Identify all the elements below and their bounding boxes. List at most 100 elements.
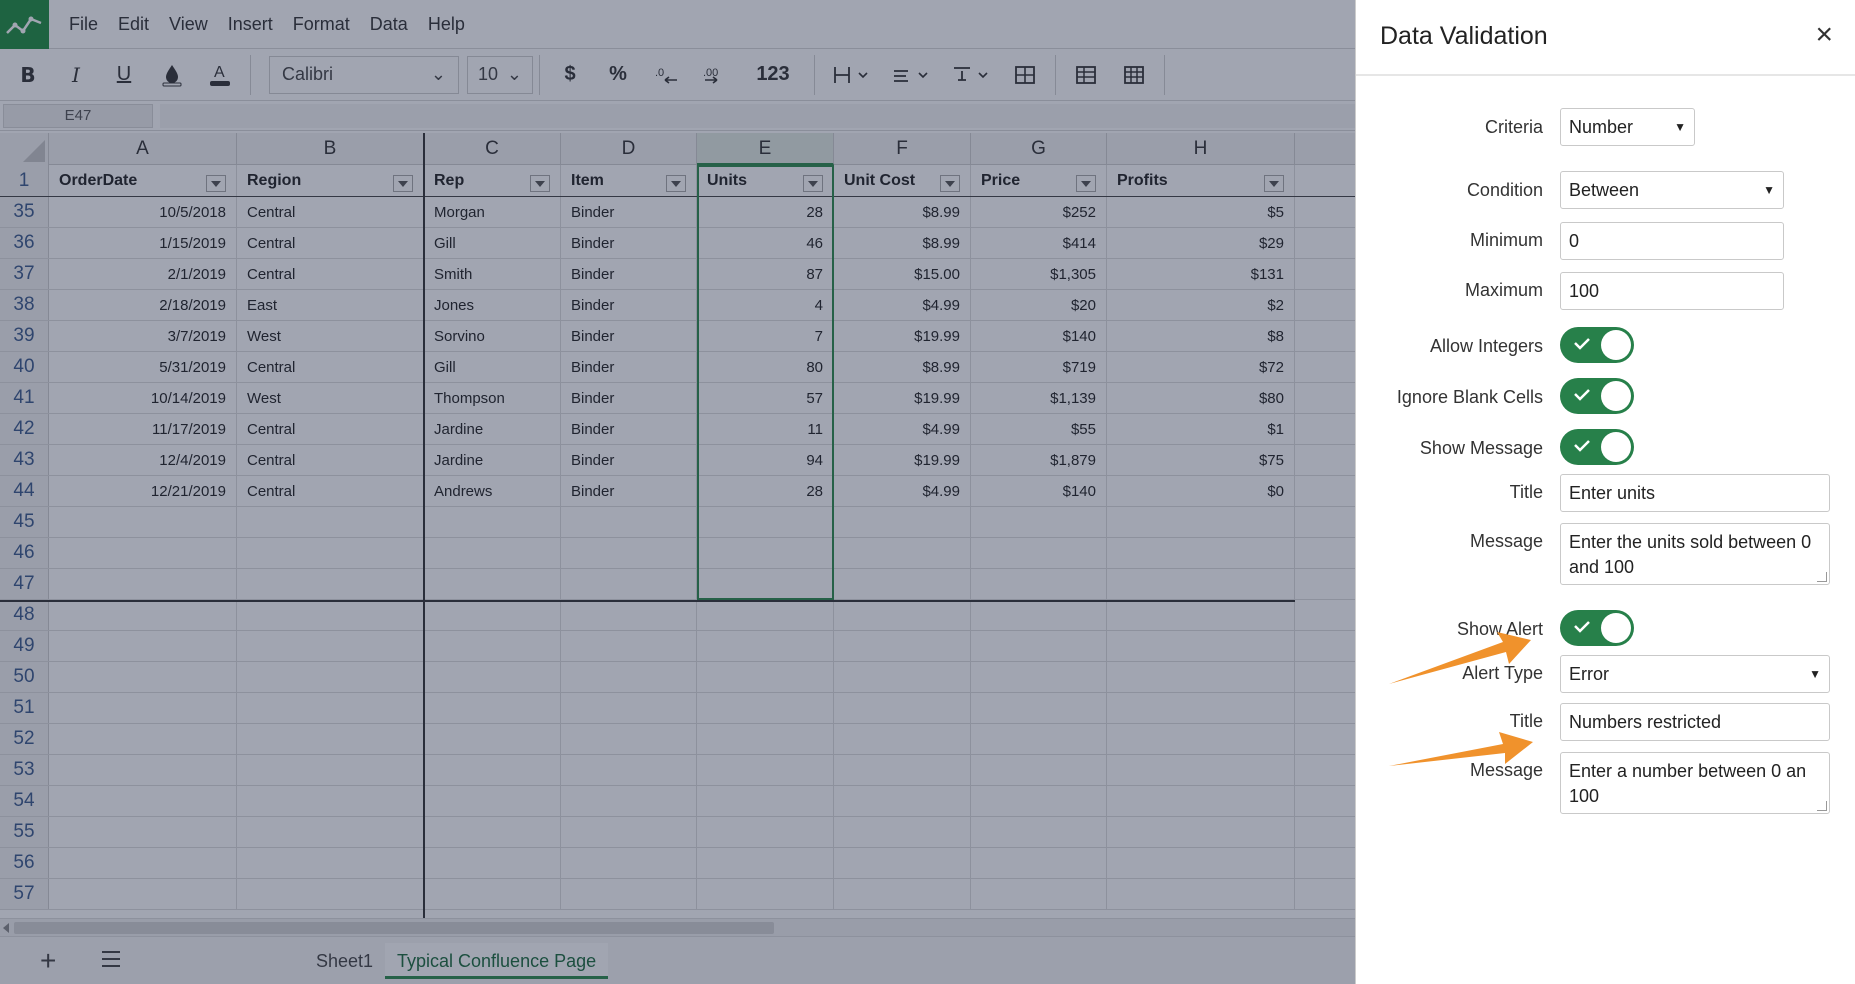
table-cell[interactable]: [237, 755, 424, 785]
table-cell[interactable]: 5/31/2019: [49, 352, 237, 382]
table-cell[interactable]: Central: [237, 259, 424, 289]
table-cell[interactable]: [424, 848, 561, 878]
decrease-decimal-icon[interactable]: .0: [642, 55, 690, 95]
table-cell[interactable]: Binder: [561, 228, 697, 258]
sheet-list-icon[interactable]: [102, 951, 120, 967]
table-cell[interactable]: 12/21/2019: [49, 476, 237, 506]
table-cell[interactable]: [1107, 631, 1295, 661]
row-number[interactable]: 53: [0, 755, 49, 785]
table-cell[interactable]: [971, 755, 1107, 785]
add-sheet-button[interactable]: +: [40, 947, 56, 975]
table-cell[interactable]: Central: [237, 352, 424, 382]
table-cell[interactable]: [561, 662, 697, 692]
table-cell[interactable]: [49, 848, 237, 878]
filter-dropdown-icon[interactable]: [666, 175, 686, 192]
alert-type-select[interactable]: Error ▼: [1560, 655, 1830, 693]
table-cell[interactable]: $131: [1107, 259, 1295, 289]
table-cell[interactable]: [1107, 538, 1295, 568]
table-cell[interactable]: Binder: [561, 290, 697, 320]
table-cell[interactable]: $719: [971, 352, 1107, 382]
table-cell[interactable]: [971, 662, 1107, 692]
table-cell[interactable]: 12/4/2019: [49, 445, 237, 475]
table-cell[interactable]: [561, 600, 697, 630]
table-cell[interactable]: $252: [971, 197, 1107, 227]
table-cell[interactable]: [49, 755, 237, 785]
column-header-g[interactable]: G: [971, 133, 1107, 165]
table-cell[interactable]: [424, 569, 561, 599]
table-cell[interactable]: [834, 569, 971, 599]
table-cell[interactable]: [697, 600, 834, 630]
table-cell[interactable]: [971, 848, 1107, 878]
maximum-input[interactable]: 100: [1560, 272, 1784, 310]
table-cell[interactable]: $140: [971, 321, 1107, 351]
table-cell[interactable]: [49, 600, 237, 630]
row-number[interactable]: 51: [0, 693, 49, 723]
number-format-button[interactable]: 123: [738, 55, 808, 95]
table-cell[interactable]: [561, 724, 697, 754]
table-cell[interactable]: Jardine: [424, 445, 561, 475]
table-cell[interactable]: $55: [971, 414, 1107, 444]
row-number[interactable]: 35: [0, 197, 49, 227]
row-number[interactable]: 52: [0, 724, 49, 754]
table-cell[interactable]: [1107, 755, 1295, 785]
table-cell[interactable]: $4.99: [834, 414, 971, 444]
table-cell[interactable]: [697, 848, 834, 878]
table-cell[interactable]: [237, 600, 424, 630]
condition-select[interactable]: Between ▼: [1560, 171, 1784, 209]
row-number[interactable]: 57: [0, 879, 49, 909]
table-cell[interactable]: $1: [1107, 414, 1295, 444]
scrollbar-thumb[interactable]: [14, 922, 774, 934]
show-alert-toggle[interactable]: [1560, 610, 1634, 646]
table-cell[interactable]: [237, 693, 424, 723]
table-cell[interactable]: [834, 724, 971, 754]
table-cell[interactable]: [561, 786, 697, 816]
table-cell[interactable]: [1107, 786, 1295, 816]
table-cell[interactable]: [834, 693, 971, 723]
row-number[interactable]: 37: [0, 259, 49, 289]
table-cell[interactable]: $8.99: [834, 197, 971, 227]
bold-button[interactable]: B: [4, 55, 52, 95]
resize-grip-icon[interactable]: [1817, 801, 1827, 811]
table-cell[interactable]: [971, 879, 1107, 909]
row-number[interactable]: 43: [0, 445, 49, 475]
table-cell[interactable]: Central: [237, 228, 424, 258]
table-cell[interactable]: $20: [971, 290, 1107, 320]
table-cell[interactable]: [561, 755, 697, 785]
table-cell[interactable]: Thompson: [424, 383, 561, 413]
table-cell[interactable]: $75: [1107, 445, 1295, 475]
table-cell[interactable]: [49, 538, 237, 568]
row-number[interactable]: 45: [0, 507, 49, 537]
menu-edit[interactable]: Edit: [118, 14, 149, 35]
menu-view[interactable]: View: [169, 14, 208, 35]
table-cell[interactable]: 10/5/2018: [49, 197, 237, 227]
row-number[interactable]: 47: [0, 569, 49, 599]
table-cell[interactable]: Central: [237, 445, 424, 475]
table-cell[interactable]: $29: [1107, 228, 1295, 258]
table-cell[interactable]: [424, 817, 561, 847]
menu-insert[interactable]: Insert: [228, 14, 273, 35]
table-cell[interactable]: [424, 755, 561, 785]
menu-help[interactable]: Help: [428, 14, 465, 35]
row-number[interactable]: 49: [0, 631, 49, 661]
table-cell[interactable]: [49, 786, 237, 816]
table-cell[interactable]: $8.99: [834, 352, 971, 382]
column-header-b[interactable]: B: [237, 133, 424, 165]
table-cell[interactable]: [697, 693, 834, 723]
table-cell[interactable]: [971, 724, 1107, 754]
row-number[interactable]: 39: [0, 321, 49, 351]
row-number[interactable]: 40: [0, 352, 49, 382]
filter-dropdown-icon[interactable]: [206, 175, 226, 192]
table-cell[interactable]: [697, 724, 834, 754]
table-cell[interactable]: [237, 724, 424, 754]
table-cell[interactable]: [49, 662, 237, 692]
fill-color-icon[interactable]: [148, 55, 196, 95]
table-cell[interactable]: $4.99: [834, 290, 971, 320]
table-cell[interactable]: [424, 786, 561, 816]
table-cell[interactable]: [49, 693, 237, 723]
table-cell[interactable]: [1107, 693, 1295, 723]
table-cell[interactable]: Sorvino: [424, 321, 561, 351]
table-cell[interactable]: Andrews: [424, 476, 561, 506]
table-cell[interactable]: [237, 786, 424, 816]
table-cell[interactable]: [971, 631, 1107, 661]
criteria-select[interactable]: Number ▼: [1560, 108, 1695, 146]
